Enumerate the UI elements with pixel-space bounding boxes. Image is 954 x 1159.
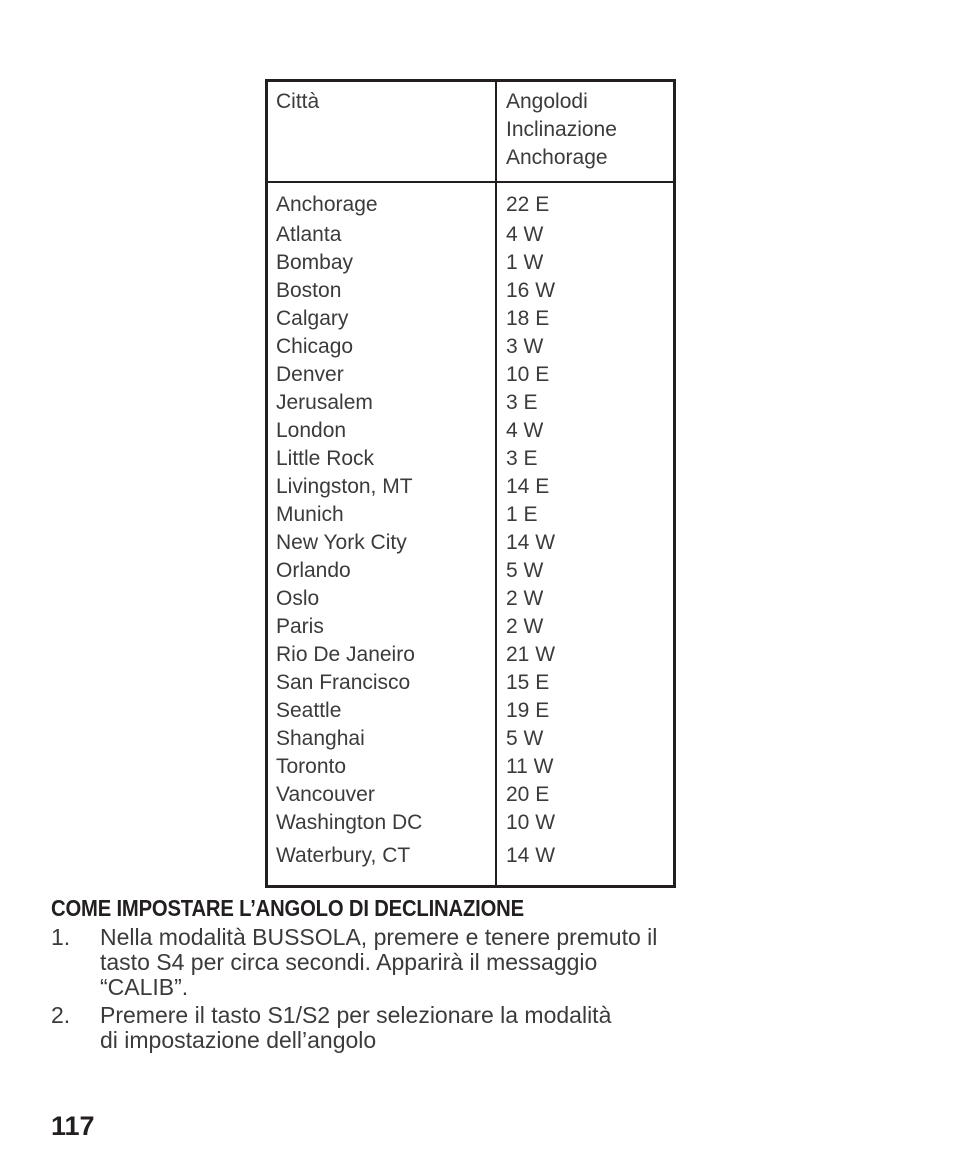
cell-angle: 1 W xyxy=(506,251,544,274)
cell-city: Washington DC xyxy=(268,809,497,837)
cell-angle: 16 W xyxy=(506,279,556,302)
cell-angle: 11 W xyxy=(506,755,554,778)
list-item-line: di impostazione dell’angolo xyxy=(100,1027,377,1053)
list-item-line: “CALIB”. xyxy=(100,974,189,1000)
table-row: San Francisco 15 E xyxy=(268,669,673,697)
list-item-line: tasto S4 per circa secondi. Apparirà il … xyxy=(100,949,598,975)
list-item-text: Nella modalità BUSSOLA, premere e tenere… xyxy=(100,925,911,1000)
list-item-number: 2. xyxy=(51,1002,71,1028)
cell-angle: 10 E xyxy=(506,363,550,386)
list-item-text: Premere il tasto S1/S2 per selezionare l… xyxy=(100,1003,911,1053)
cell-city: Munich xyxy=(268,501,497,529)
table-row: Chicago 3 W xyxy=(268,333,673,361)
cell-angle: 19 E xyxy=(506,699,550,722)
cell-angle: 22 E xyxy=(506,192,550,216)
cell-city: Vancouver xyxy=(268,781,497,809)
column-header-angle: Angolodi Inclinazione Anchorage xyxy=(496,82,673,183)
table-row: Paris 2 W xyxy=(268,613,673,641)
table-row: Seattle 19 E xyxy=(268,697,673,725)
cell-city: Waterbury, CT xyxy=(268,837,497,885)
instruction-list: 1. Nella modalità BUSSOLA, premere e ten… xyxy=(51,925,911,1056)
table-row: Anchorage 22 E xyxy=(268,182,673,221)
cell-angle: 14 E xyxy=(506,475,550,498)
table-row: Waterbury, CT 14 W xyxy=(268,837,673,885)
declination-table-container: Città Angolodi Inclinazione Anchorage An… xyxy=(265,79,676,888)
cell-city: Seattle xyxy=(268,697,497,725)
table-row: Denver 10 E xyxy=(268,361,673,389)
page-number: 117 xyxy=(51,1111,95,1141)
cell-angle: 10 W xyxy=(506,811,556,834)
table-row: Oslo 2 W xyxy=(268,585,673,613)
table-row: Little Rock 3 E xyxy=(268,445,673,473)
cell-city: Jerusalem xyxy=(268,389,497,417)
cell-city: Denver xyxy=(268,361,497,389)
cell-city: Orlando xyxy=(268,557,497,585)
table-row: Rio De Janeiro 21 W xyxy=(268,641,673,669)
cell-city: Bombay xyxy=(268,249,497,277)
list-item: 2. Premere il tasto S1/S2 per selezionar… xyxy=(51,1003,911,1053)
cell-angle: 4 W xyxy=(506,419,544,442)
cell-angle: 20 E xyxy=(506,783,550,806)
table-header: Città Angolodi Inclinazione Anchorage xyxy=(268,82,673,183)
cell-angle: 14 W xyxy=(506,531,556,554)
list-item-line: Premere il tasto S1/S2 per selezionare l… xyxy=(100,1002,612,1028)
cell-city: Rio De Janeiro xyxy=(268,641,497,669)
table-row: Orlando 5 W xyxy=(268,557,673,585)
cell-city: Atlanta xyxy=(268,221,497,249)
cell-angle: 3 E xyxy=(506,447,538,470)
list-item-number: 1. xyxy=(51,924,71,950)
table-row: Vancouver 20 E xyxy=(268,781,673,809)
table-row: Toronto 11 W xyxy=(268,753,673,781)
column-header-angle-line-2: Inclinazione xyxy=(506,118,617,141)
table-row: Boston 16 W xyxy=(268,277,673,305)
table-row: Livingston, MT 14 E xyxy=(268,473,673,501)
table-row: Munich 1 E xyxy=(268,501,673,529)
cell-angle: 2 W xyxy=(506,615,544,638)
cell-city: Oslo xyxy=(268,585,497,613)
column-header-city: Città xyxy=(268,82,497,183)
cell-city: Livingston, MT xyxy=(268,473,497,501)
cell-angle: 14 W xyxy=(506,844,556,867)
cell-angle: 1 E xyxy=(506,503,538,526)
list-item: 1. Nella modalità BUSSOLA, premere e ten… xyxy=(51,925,911,1000)
cell-city: Chicago xyxy=(268,333,497,361)
column-header-angle-line-3: Anchorage xyxy=(506,146,608,169)
cell-angle: 5 W xyxy=(506,727,544,750)
table-row: London 4 W xyxy=(268,417,673,445)
cell-city: London xyxy=(268,417,497,445)
declination-table: Città Angolodi Inclinazione Anchorage An… xyxy=(268,82,673,885)
cell-city: Anchorage xyxy=(268,182,497,221)
cell-city: Paris xyxy=(268,613,497,641)
cell-city: Little Rock xyxy=(268,445,497,473)
cell-city: Calgary xyxy=(268,305,497,333)
table-row: Bombay 1 W xyxy=(268,249,673,277)
list-item-line: Nella modalità BUSSOLA, premere e tenere… xyxy=(100,924,658,950)
table-row: Shanghai 5 W xyxy=(268,725,673,753)
section-heading: COME IMPOSTARE L’ANGOLO DI DECLINAZIONE xyxy=(51,895,524,921)
table-body: Anchorage 22 E Atlanta 4 W Bombay 1 W Bosto… xyxy=(268,182,673,885)
cell-city: New York City xyxy=(268,529,497,557)
column-header-city-label: Città xyxy=(276,90,320,113)
cell-angle: 4 W xyxy=(506,223,544,246)
cell-city: San Francisco xyxy=(268,669,497,697)
cell-angle: 5 W xyxy=(506,559,544,582)
cell-city: Shanghai xyxy=(268,725,497,753)
cell-city: Toronto xyxy=(268,753,497,781)
cell-angle: 3 E xyxy=(506,391,538,414)
table-row: Washington DC 10 W xyxy=(268,809,673,837)
column-header-angle-line-1: Angolodi xyxy=(506,90,588,113)
cell-angle: 2 W xyxy=(506,587,544,610)
table-row: New York City 14 W xyxy=(268,529,673,557)
cell-angle: 15 E xyxy=(506,671,550,694)
cell-angle: 18 E xyxy=(506,307,550,330)
table-row: Atlanta 4 W xyxy=(268,221,673,249)
table-row: Jerusalem 3 E xyxy=(268,389,673,417)
table-row: Calgary 18 E xyxy=(268,305,673,333)
cell-angle: 21 W xyxy=(506,643,556,666)
cell-angle: 3 W xyxy=(506,335,544,358)
table-header-row: Città Angolodi Inclinazione Anchorage xyxy=(268,82,673,183)
cell-city: Boston xyxy=(268,277,497,305)
